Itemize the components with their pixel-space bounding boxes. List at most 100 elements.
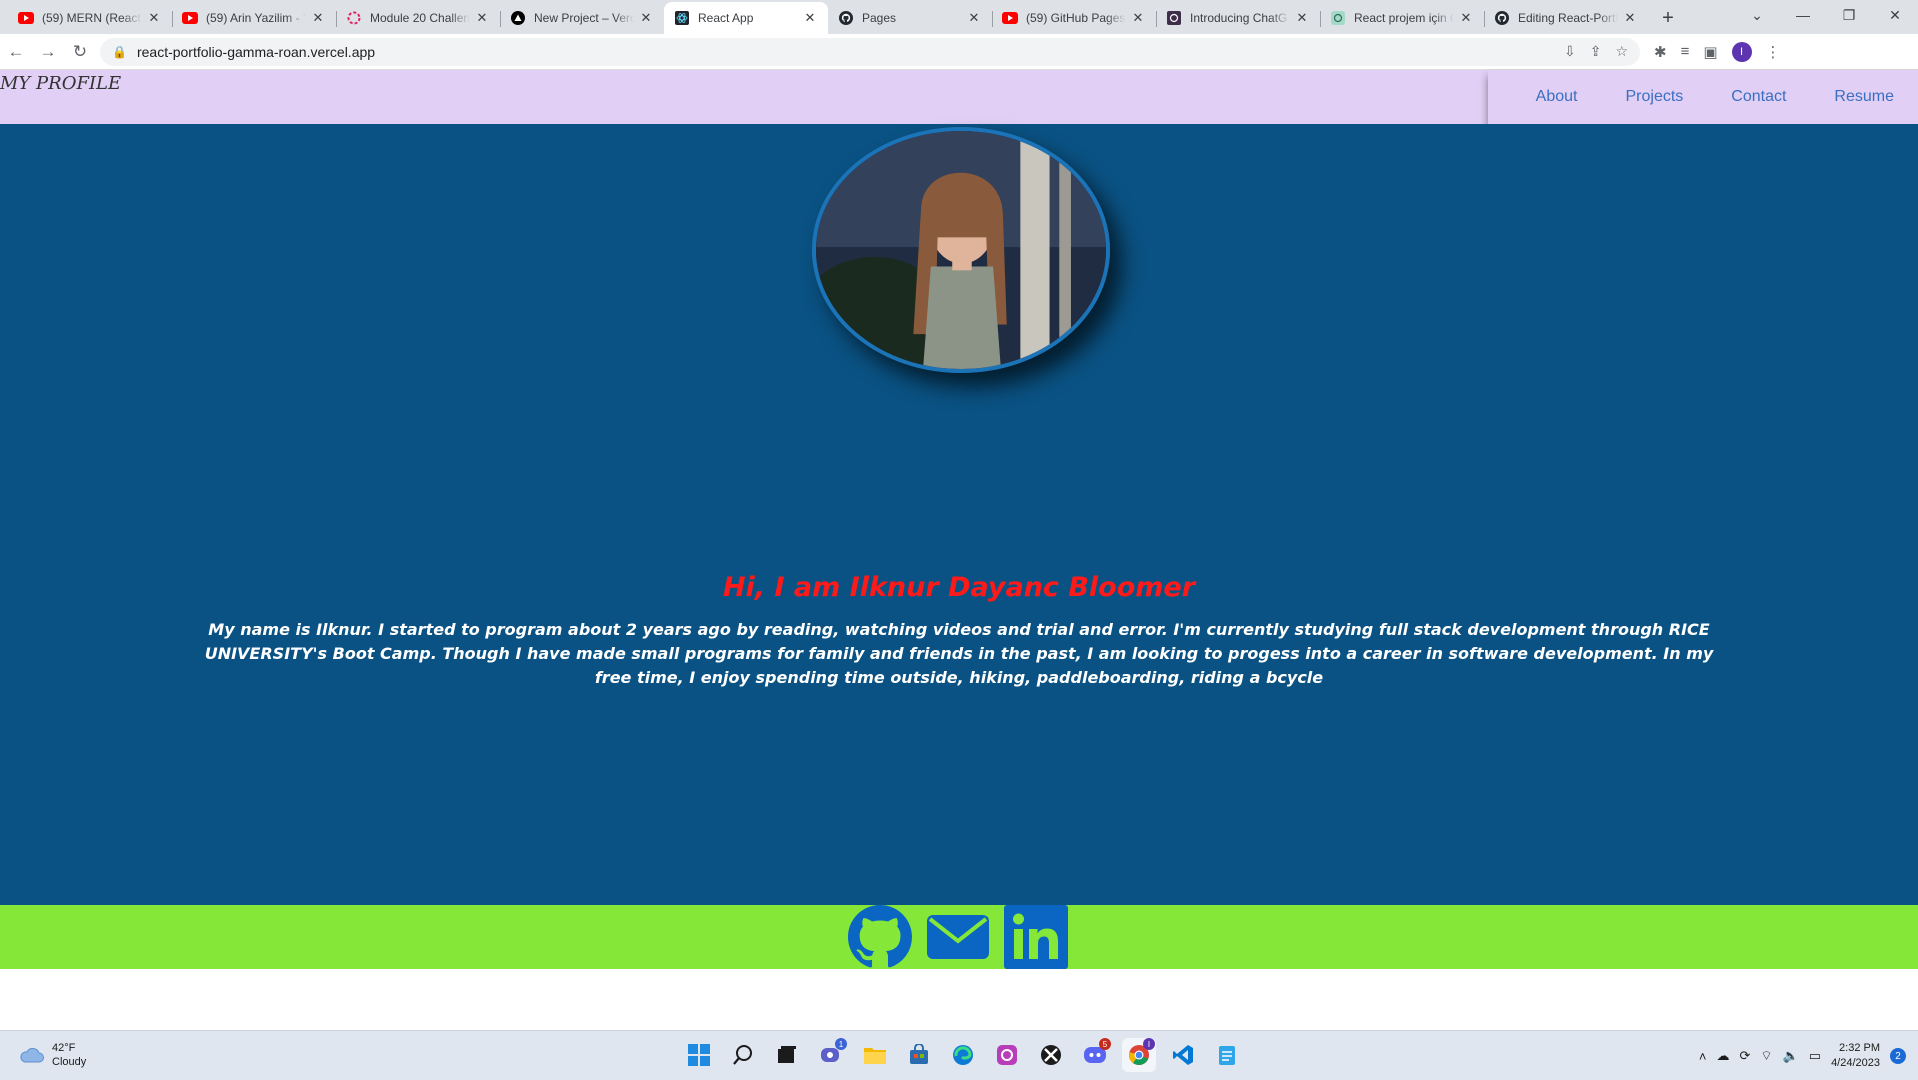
taskbar-apps: 1 5 I — [682, 1038, 1244, 1072]
task-view-icon[interactable] — [770, 1038, 804, 1072]
github-icon[interactable] — [848, 905, 912, 969]
window-controls: ⌄ — ❐ ✕ — [1734, 0, 1918, 30]
browser-tab[interactable]: Editing React-Portf ✕ — [1484, 2, 1648, 34]
browser-tab[interactable]: Module 20 Challen ✕ — [336, 2, 500, 34]
restore-button[interactable]: ❐ — [1826, 7, 1872, 24]
social-links — [848, 905, 1068, 969]
browser-tab-strip: (59) MERN (React, N ✕ (59) Arin Yazilim … — [0, 0, 1918, 34]
weather-widget[interactable]: 42°F Cloudy — [18, 1041, 86, 1069]
menu-kebab-icon[interactable]: ⋮ — [1766, 43, 1781, 61]
teams-badge: 1 — [835, 1038, 847, 1050]
close-window-button[interactable]: ✕ — [1872, 7, 1918, 24]
lock-icon[interactable]: 🔒 — [112, 45, 127, 59]
bookmark-star-icon[interactable]: ☆ — [1615, 43, 1628, 60]
search-icon[interactable] — [726, 1038, 760, 1072]
tab-search-icon[interactable]: ⌄ — [1734, 7, 1780, 24]
cloud-icon — [20, 1047, 44, 1063]
media-control-icon[interactable]: ≡ — [1681, 43, 1690, 60]
teams-chat-icon[interactable]: 1 — [814, 1038, 848, 1072]
browser-tab[interactable]: (59) MERN (React, N ✕ — [8, 2, 172, 34]
browser-tab[interactable]: Pages ✕ — [828, 2, 992, 34]
vscode-icon[interactable] — [1166, 1038, 1200, 1072]
greeting-heading: Hi, I am Ilknur Dayanc Bloomer — [722, 572, 1196, 603]
reload-button[interactable]: ↻ — [64, 36, 96, 68]
close-tab-icon[interactable]: ✕ — [966, 10, 982, 26]
weather-temperature: 42°F — [52, 1042, 76, 1054]
microsoft-store-icon[interactable] — [902, 1038, 936, 1072]
volume-icon[interactable]: 🔈 — [1783, 1048, 1799, 1064]
profile-avatar[interactable]: I — [1731, 41, 1752, 62]
clock[interactable]: 2:32 PM 4/24/2023 — [1831, 1041, 1880, 1071]
edge-browser-icon[interactable] — [946, 1038, 980, 1072]
weather-description: Cloudy — [52, 1056, 87, 1068]
browser-tab[interactable]: (59) Arin Yazilim - Y ✕ — [172, 2, 336, 34]
close-tab-icon[interactable]: ✕ — [1130, 10, 1146, 26]
address-bar[interactable]: 🔒 react-portfolio-gamma-roan.vercel.app … — [100, 37, 1640, 66]
close-tab-icon[interactable]: ✕ — [1622, 10, 1638, 26]
forward-button[interactable]: → — [32, 36, 64, 68]
chrome-badge: I — [1143, 1038, 1155, 1050]
youtube-icon — [182, 10, 198, 26]
install-app-icon[interactable]: ⇩ — [1564, 43, 1576, 60]
about-section: Hi, I am Ilknur Dayanc Bloomer My name i… — [0, 124, 1918, 905]
nav-resume-link[interactable]: Resume — [1834, 88, 1894, 106]
wifi-icon[interactable]: ⌔ — [1760, 1048, 1772, 1064]
url-text: react-portfolio-gamma-roan.vercel.app — [136, 43, 376, 60]
discord-badge: 5 — [1099, 1038, 1111, 1050]
windows-start-icon[interactable] — [682, 1038, 716, 1072]
clock-time: 2:32 PM — [1839, 1042, 1880, 1054]
chrome-icon[interactable]: I — [1122, 1038, 1156, 1072]
back-button[interactable]: ← — [0, 36, 32, 68]
chatgpt-icon — [1330, 10, 1346, 26]
show-hidden-icons-icon[interactable]: ˄ — [1699, 1049, 1707, 1064]
mail-icon[interactable] — [926, 905, 990, 969]
site-header: MY PROFILE About Projects Contact Resume — [0, 70, 1918, 124]
react-icon — [674, 10, 690, 26]
close-tab-icon[interactable]: ✕ — [802, 10, 818, 26]
vercel-icon — [510, 10, 526, 26]
close-tab-icon[interactable]: ✕ — [638, 10, 654, 26]
battery-icon[interactable]: ▭ — [1809, 1048, 1821, 1064]
clock-date: 4/24/2023 — [1831, 1057, 1880, 1069]
site-nav: About Projects Contact Resume — [1488, 70, 1918, 124]
browser-tab[interactable]: Introducing ChatG ✕ — [1156, 2, 1320, 34]
browser-tab-active[interactable]: React App ✕ — [664, 2, 828, 34]
sync-icon[interactable]: ⟳ — [1739, 1048, 1750, 1064]
profile-photo — [812, 127, 1110, 373]
openai-icon — [1166, 10, 1182, 26]
os-taskbar: 42°F Cloudy 1 5 I ˄ ☁ ⟳ ⌔ 🔈 ▭ 2:32 PM 4/… — [0, 1030, 1918, 1080]
close-tab-icon[interactable]: ✕ — [310, 10, 326, 26]
nav-contact-link[interactable]: Contact — [1731, 88, 1786, 106]
browser-tab[interactable]: New Project – Verc ✕ — [500, 2, 664, 34]
github-icon — [1494, 10, 1510, 26]
site-footer — [0, 905, 1918, 969]
nav-projects-link[interactable]: Projects — [1625, 88, 1683, 106]
nav-about-link[interactable]: About — [1536, 88, 1578, 106]
browser-toolbar: ← → ↻ 🔒 react-portfolio-gamma-roan.verce… — [0, 34, 1918, 70]
browser-tab[interactable]: (59) GitHub Pages ✕ — [992, 2, 1156, 34]
system-tray: ˄ ☁ ⟳ ⌔ 🔈 ▭ 2:32 PM 4/24/2023 2 — [1699, 1041, 1906, 1071]
bio-paragraph: My name is Ilknur. I started to program … — [204, 620, 1714, 687]
onedrive-icon[interactable]: ☁ — [1716, 1048, 1729, 1064]
module-icon — [346, 10, 362, 26]
linkedin-icon[interactable] — [1004, 905, 1068, 969]
close-tab-icon[interactable]: ✕ — [1294, 10, 1310, 26]
close-tab-icon[interactable]: ✕ — [1458, 10, 1474, 26]
app-icon[interactable] — [990, 1038, 1024, 1072]
file-explorer-icon[interactable] — [858, 1038, 892, 1072]
close-tab-icon[interactable]: ✕ — [146, 10, 162, 26]
share-icon[interactable]: ⇪ — [1590, 43, 1602, 60]
side-panel-icon[interactable]: ▣ — [1703, 43, 1717, 61]
minimize-button[interactable]: — — [1780, 7, 1826, 23]
xbox-icon[interactable] — [1034, 1038, 1068, 1072]
youtube-icon — [18, 10, 34, 26]
close-tab-icon[interactable]: ✕ — [474, 10, 490, 26]
extensions-icon[interactable]: ✱ — [1654, 43, 1667, 61]
browser-tab[interactable]: React projem için G ✕ — [1320, 2, 1484, 34]
new-tab-button[interactable]: + — [1654, 4, 1682, 32]
discord-icon[interactable]: 5 — [1078, 1038, 1112, 1072]
youtube-icon — [1002, 10, 1018, 26]
notification-badge[interactable]: 2 — [1890, 1048, 1906, 1064]
notepad-icon[interactable] — [1210, 1038, 1244, 1072]
page-viewport: MY PROFILE About Projects Contact Resume… — [0, 70, 1918, 1030]
